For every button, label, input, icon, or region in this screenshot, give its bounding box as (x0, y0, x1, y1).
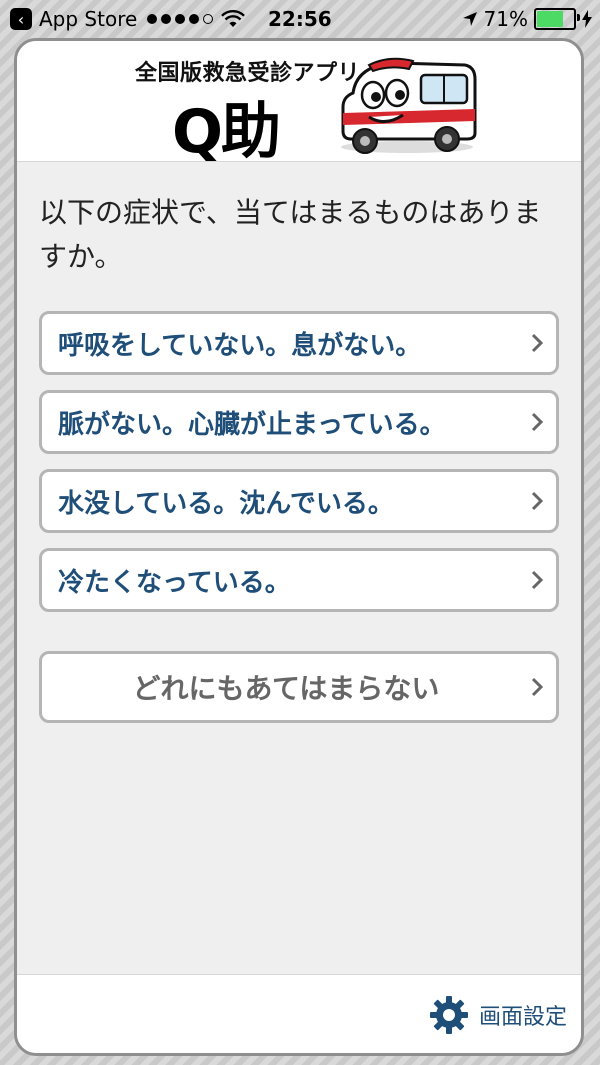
option-label: 冷たくなっている。 (58, 567, 291, 598)
back-arrow-icon[interactable]: ‹ (10, 8, 32, 30)
status-time: 22:56 (268, 7, 332, 31)
chevron-right-icon (531, 570, 544, 590)
battery-icon (534, 8, 580, 30)
app-header: 全国版救急受診アプリ Q助 (17, 41, 581, 167)
battery-percent: 71% (483, 7, 528, 31)
screen-settings-label: 画面設定 (478, 1005, 567, 1030)
signal-strength-icon (147, 14, 214, 24)
wifi-icon (221, 10, 246, 27)
screen-settings-button[interactable]: 画面設定 (429, 995, 567, 1035)
question-text: 以下の症状で、当てはまるものはありますか。 (39, 196, 542, 273)
ambulance-mascot-icon (341, 57, 477, 154)
option-label: 水没している。沈んでいる。 (58, 488, 394, 519)
none-apply-button[interactable]: どれにもあてはまらない (39, 651, 559, 723)
app-frame: 全国版救急受診アプリ Q助 以下の症状で、当てはまるものはありますか。 呼吸をし… (14, 38, 584, 1056)
chevron-right-icon (531, 333, 544, 353)
app-footer: 画面設定 (17, 974, 581, 1053)
chevron-right-icon (531, 491, 544, 511)
chevron-right-icon (531, 677, 544, 697)
gear-icon (429, 996, 468, 1034)
none-apply-label: どれにもあてはまらない (132, 672, 440, 705)
option-not-breathing[interactable]: 呼吸をしていない。息がない。 (39, 311, 559, 375)
back-to-app-link[interactable]: App Store (39, 7, 137, 31)
option-cold[interactable]: 冷たくなっている。 (39, 548, 559, 612)
option-label: 脈がない。心臓が止まっている。 (58, 409, 446, 440)
location-arrow-icon (462, 12, 477, 26)
chevron-right-icon (531, 412, 544, 432)
option-no-pulse[interactable]: 脈がない。心臓が止まっている。 (39, 390, 559, 454)
option-label: 呼吸をしていない。息がない。 (58, 330, 422, 361)
app-logo-title: Q助 (172, 97, 281, 167)
charging-bolt-icon (582, 10, 592, 28)
option-submerged[interactable]: 水没している。沈んでいる。 (39, 469, 559, 533)
status-bar: ‹ App Store 22:56 71% (0, 0, 600, 38)
